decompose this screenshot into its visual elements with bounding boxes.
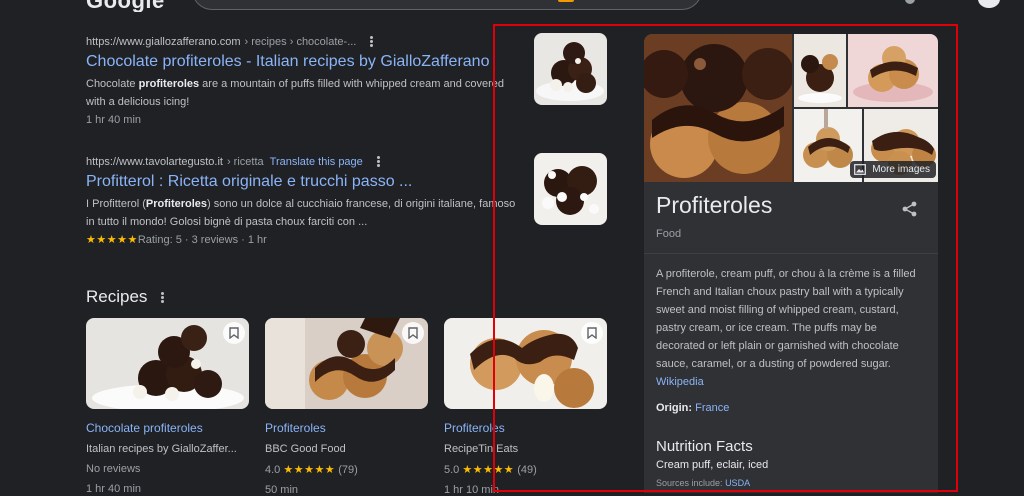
recipe-card[interactable]: Profiteroles RecipeTin Eats 5.0 ★★★★★ (4…	[444, 318, 607, 496]
result-url-path: › ricetta	[226, 155, 264, 168]
share-icon[interactable]	[901, 200, 919, 218]
google-logo[interactable]: Google	[86, 0, 165, 12]
more-options-icon[interactable]	[376, 155, 380, 168]
recipe-image[interactable]	[86, 318, 249, 409]
kp-thumb-image[interactable]	[848, 34, 938, 107]
recipe-title[interactable]: Profiteroles	[265, 421, 428, 435]
recipe-source: RecipeTin Eats	[444, 443, 519, 455]
result-url[interactable]: https://www.giallozafferano.com › recipe…	[86, 35, 526, 48]
result-url-domain: https://www.giallozafferano.com	[86, 35, 241, 48]
translate-link[interactable]: Translate this page	[270, 156, 363, 168]
result-snippet: I Profitterol (Profiteroles) sono un dol…	[86, 198, 516, 228]
result-snippet: Chocolate profiteroles are a mountain of…	[86, 78, 505, 108]
nutrition-sources: Sources include: USDA	[656, 478, 751, 488]
kp-image-grid[interactable]: More images	[644, 34, 938, 182]
wikipedia-link[interactable]: Wikipedia	[656, 373, 928, 391]
result-rating: ★★★★★Rating: 5 · 3 reviews · 1 hr	[86, 234, 267, 246]
rating-stars-icon: ★★★★★	[283, 464, 336, 476]
more-options-icon[interactable]	[161, 291, 165, 304]
kp-origin: Origin: France	[656, 402, 730, 414]
result-title-link[interactable]: Profitterol : Ricetta originale e trucch…	[86, 173, 526, 191]
recipe-title[interactable]: Profiteroles	[444, 421, 607, 435]
bookmark-icon[interactable]	[581, 322, 603, 344]
search-result-1: https://www.giallozafferano.com › recipe…	[86, 35, 526, 129]
result-url[interactable]: https://www.tavolartegusto.it › ricetta …	[86, 155, 526, 168]
settings-icon[interactable]	[905, 0, 915, 4]
more-images-button[interactable]: More images	[850, 161, 936, 178]
lens-icon[interactable]	[558, 0, 574, 2]
result-url-domain: https://www.tavolartegusto.it	[86, 155, 223, 168]
bookmark-icon[interactable]	[402, 322, 424, 344]
recipe-rating: 5.0 ★★★★★ (49)	[444, 464, 537, 476]
nutrition-subtitle: Cream puff, eclair, iced	[656, 459, 769, 471]
search-result-2: https://www.tavolartegusto.it › ricetta …	[86, 155, 526, 249]
kp-thumb-image[interactable]	[794, 34, 846, 107]
kp-description: A profiterole, cream puff, or chou à la …	[656, 265, 928, 391]
recipe-rating: 4.0 ★★★★★ (79)	[265, 464, 358, 476]
recipe-image[interactable]	[444, 318, 607, 409]
rating-stars-icon: ★★★★★	[86, 234, 138, 246]
kp-type: Food	[656, 228, 682, 240]
profiterole-thumbnail[interactable]	[534, 33, 607, 105]
recipe-source: Italian recipes by GialloZaffer...	[86, 443, 237, 455]
recipe-source: BBC Good Food	[265, 443, 346, 455]
result-url-path: › recipes › chocolate-...	[244, 35, 357, 48]
result-title-link[interactable]: Chocolate profiteroles - Italian recipes…	[86, 53, 526, 71]
search-input[interactable]	[192, 0, 702, 10]
recipe-card[interactable]: Profiteroles BBC Good Food 4.0 ★★★★★ (79…	[265, 318, 428, 496]
image-icon	[854, 164, 867, 175]
avatar[interactable]	[978, 0, 1000, 8]
recipe-card[interactable]: Chocolate profiteroles Italian recipes b…	[86, 318, 249, 495]
recipe-image[interactable]	[265, 318, 428, 409]
recipe-time: 1 hr 40 min	[86, 483, 142, 495]
recipe-rating: No reviews	[86, 463, 141, 475]
nutrition-heading: Nutrition Facts	[656, 438, 753, 455]
kp-title: Profiteroles	[656, 192, 773, 218]
kp-main-image[interactable]	[644, 34, 792, 182]
usda-link[interactable]: USDA	[725, 478, 750, 488]
rating-stars-icon: ★★★★★	[462, 464, 515, 476]
divider	[644, 253, 938, 254]
top-bar: Google	[0, 0, 1024, 12]
recipe-title[interactable]: Chocolate profiteroles	[86, 421, 249, 435]
profitterol-thumbnail[interactable]	[534, 153, 607, 225]
result-meta: 1 hr 40 min	[86, 114, 142, 126]
recipe-time: 50 min	[265, 484, 299, 496]
recipes-heading: Recipes	[86, 287, 165, 307]
bookmark-icon[interactable]	[223, 322, 245, 344]
recipe-time: 1 hr 10 min	[444, 484, 500, 496]
more-options-icon[interactable]	[370, 35, 374, 48]
origin-link[interactable]: France	[695, 402, 729, 414]
knowledge-panel: More images Profiteroles Food A profiter…	[644, 34, 938, 493]
